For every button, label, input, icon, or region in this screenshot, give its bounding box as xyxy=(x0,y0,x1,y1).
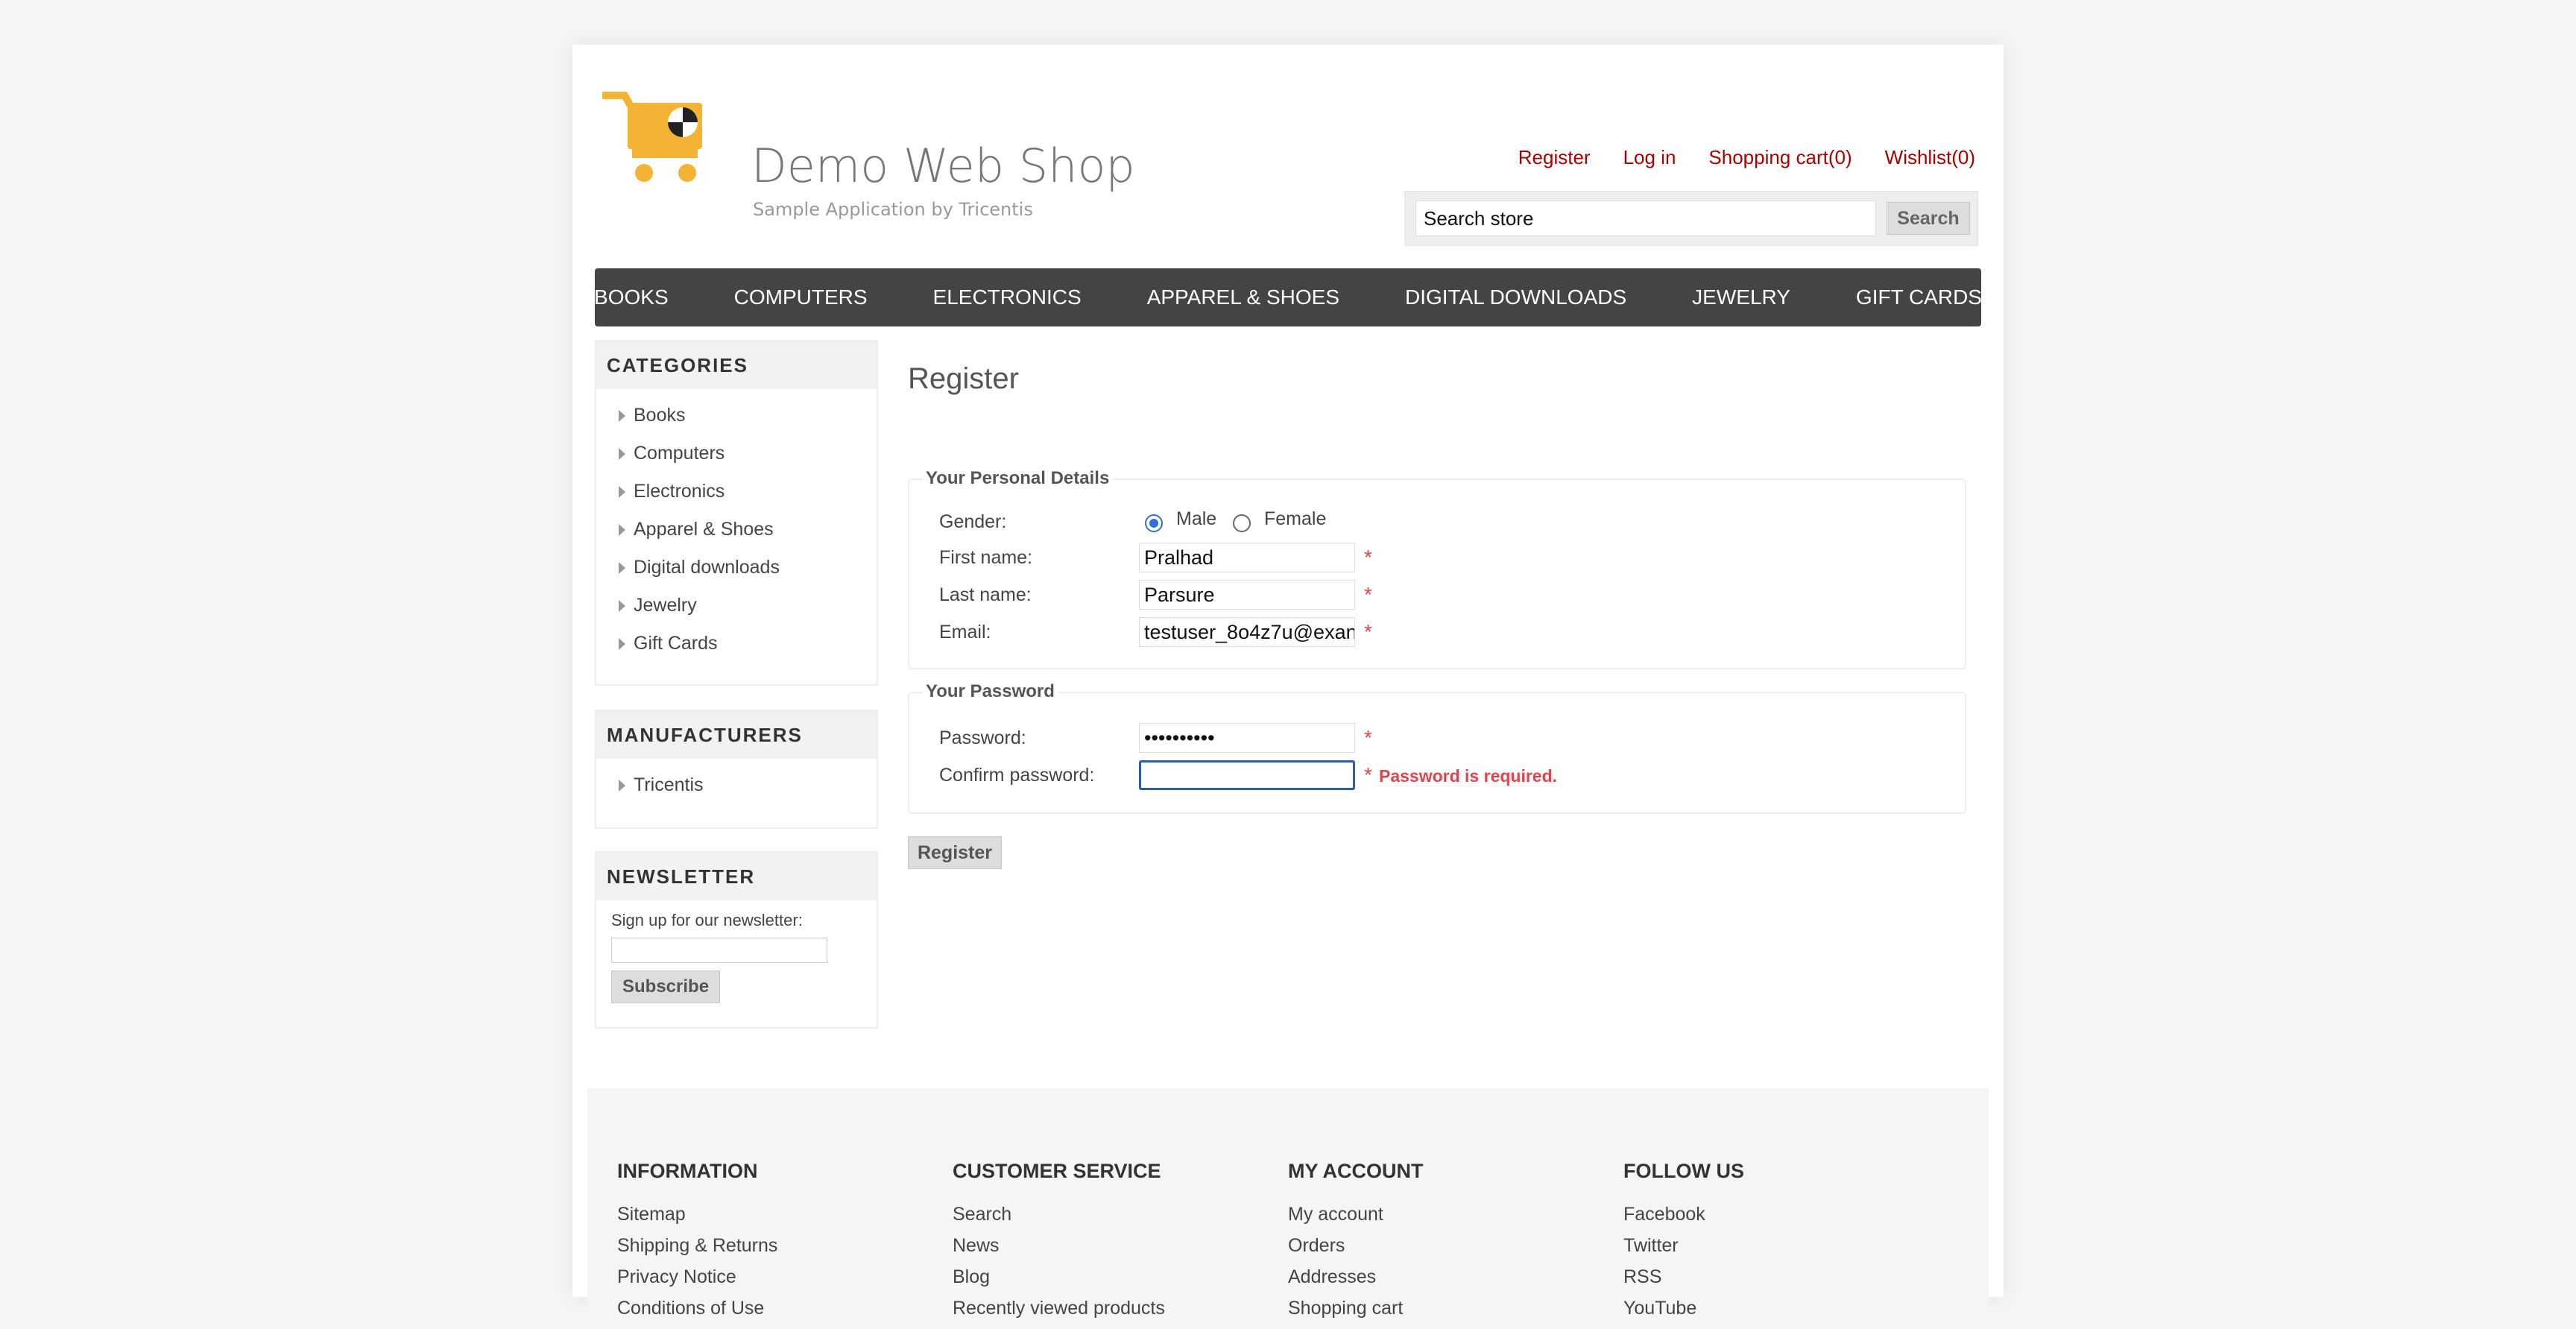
wishlist-link[interactable]: Wishlist(0) xyxy=(1885,146,1975,169)
password-required-error: Password is required. xyxy=(1379,766,1558,786)
category-item-digital-downloads[interactable]: Digital downloads xyxy=(596,555,877,593)
footer-column-customer-service: CUSTOMER SERVICE Search News Blog Recent… xyxy=(953,1160,1165,1329)
password-fieldset: Your Password Password: •••••••••• * Con… xyxy=(908,681,1966,814)
top-menu: BOOKS COMPUTERS ELECTRONICS APPAREL & SH… xyxy=(594,268,1982,326)
footer-link[interactable]: My account xyxy=(1288,1204,1424,1235)
footer-column-information: INFORMATION Sitemap Shipping & Returns P… xyxy=(617,1160,777,1329)
manufacturers-list: Tricentis xyxy=(596,759,877,818)
first-name-row: First name: Pralhad * xyxy=(939,543,1461,572)
footer-link[interactable]: Shopping cart xyxy=(1288,1298,1424,1329)
password-input[interactable]: •••••••••• xyxy=(1139,723,1355,753)
shopping-cart-logo-icon xyxy=(602,92,702,182)
required-marker: * xyxy=(1364,546,1372,569)
footer-column-follow-us: FOLLOW US Facebook Twitter RSS YouTube xyxy=(1623,1160,1744,1329)
footer-link[interactable]: Blog xyxy=(953,1266,1165,1298)
gender-row: Gender: Male Female xyxy=(939,507,1461,537)
last-name-row: Last name: Parsure * xyxy=(939,580,1461,610)
page-container: Demo Web Shop Sample Application by Tric… xyxy=(572,45,2004,1327)
password-label: Password: xyxy=(939,727,1026,748)
logo-subtitle: Sample Application by Tricentis xyxy=(753,199,1033,220)
categories-title: CATEGORIES xyxy=(596,341,877,389)
subscribe-button[interactable]: Subscribe xyxy=(611,970,721,1003)
footer-link[interactable]: Shipping & Returns xyxy=(617,1235,777,1266)
required-marker: * xyxy=(1364,620,1372,643)
category-item-gift-cards[interactable]: Gift Cards xyxy=(596,631,877,669)
footer-heading: CUSTOMER SERVICE xyxy=(953,1160,1161,1182)
manufacturer-item-tricentis[interactable]: Tricentis xyxy=(596,772,877,810)
email-label: Email: xyxy=(939,622,991,643)
gender-male-label[interactable]: Male xyxy=(1176,508,1216,530)
categories-block: CATEGORIES Books Computers Electronics A… xyxy=(595,340,878,686)
gender-male-radio[interactable] xyxy=(1145,514,1163,532)
site-logo[interactable]: Demo Web Shop Sample Application by Tric… xyxy=(602,89,1135,239)
last-name-input[interactable]: Parsure xyxy=(1139,580,1355,610)
menu-item-computers[interactable]: COMPUTERS xyxy=(701,285,900,309)
newsletter-block: NEWSLETTER Sign up for our newsletter: S… xyxy=(595,851,878,1029)
category-item-jewelry[interactable]: Jewelry xyxy=(596,593,877,631)
menu-item-jewelry[interactable]: JEWELRY xyxy=(1659,285,1823,309)
footer-link[interactable]: Search xyxy=(953,1204,1165,1235)
footer-link[interactable]: Conditions of Use xyxy=(617,1298,777,1329)
password-legend: Your Password xyxy=(923,681,1058,702)
email-input[interactable]: testuser_8o4z7u@exan xyxy=(1139,617,1355,647)
register-button[interactable]: Register xyxy=(908,836,1002,869)
page-title: Register xyxy=(908,362,1019,395)
footer: INFORMATION Sitemap Shipping & Returns P… xyxy=(587,1088,1989,1327)
manufacturers-block: MANUFACTURERS Tricentis xyxy=(595,710,878,829)
footer-link[interactable]: YouTube xyxy=(1623,1298,1744,1329)
logo-title: Demo Web Shop xyxy=(751,139,1135,193)
footer-column-my-account: MY ACCOUNT My account Orders Addresses S… xyxy=(1288,1160,1424,1329)
personal-details-fieldset: Your Personal Details Gender: Male Femal… xyxy=(908,468,1966,669)
gender-female-radio[interactable] xyxy=(1233,514,1251,532)
first-name-label: First name: xyxy=(939,547,1033,568)
menu-item-apparel-shoes[interactable]: APPAREL & SHOES xyxy=(1114,285,1372,309)
password-row: Password: •••••••••• * xyxy=(939,723,1685,753)
login-link[interactable]: Log in xyxy=(1623,146,1676,169)
first-name-input[interactable]: Pralhad xyxy=(1139,543,1355,572)
register-link[interactable]: Register xyxy=(1518,146,1591,169)
footer-link[interactable]: Sitemap xyxy=(617,1204,777,1235)
footer-link[interactable]: RSS xyxy=(1623,1266,1744,1298)
search-input[interactable]: Search store xyxy=(1415,201,1876,236)
footer-link[interactable]: Twitter xyxy=(1623,1235,1744,1266)
footer-link[interactable]: Facebook xyxy=(1623,1204,1744,1235)
search-box: Search store Search xyxy=(1404,191,1978,246)
required-marker: * xyxy=(1364,583,1372,606)
search-button[interactable]: Search xyxy=(1887,202,1970,235)
footer-link[interactable]: News xyxy=(953,1235,1165,1266)
menu-item-books[interactable]: BOOKS xyxy=(561,285,701,309)
newsletter-email-input[interactable] xyxy=(611,938,827,963)
gender-female-label[interactable]: Female xyxy=(1264,508,1326,530)
category-item-computers[interactable]: Computers xyxy=(596,441,877,479)
confirm-password-row: Confirm password: * Password is required… xyxy=(939,760,1685,790)
category-item-apparel-shoes[interactable]: Apparel & Shoes xyxy=(596,517,877,555)
footer-link[interactable]: Addresses xyxy=(1288,1266,1424,1298)
newsletter-title: NEWSLETTER xyxy=(596,853,877,900)
gender-label: Gender: xyxy=(939,511,1007,532)
footer-heading: FOLLOW US xyxy=(1623,1160,1744,1182)
category-item-books[interactable]: Books xyxy=(596,403,877,441)
personal-details-legend: Your Personal Details xyxy=(923,468,1113,489)
category-item-electronics[interactable]: Electronics xyxy=(596,479,877,517)
footer-link[interactable]: Recently viewed products xyxy=(953,1298,1165,1329)
footer-link[interactable]: Orders xyxy=(1288,1235,1424,1266)
menu-item-digital-downloads[interactable]: DIGITAL DOWNLOADS xyxy=(1372,285,1659,309)
email-row: Email: testuser_8o4z7u@exan * xyxy=(939,617,1461,647)
last-name-label: Last name: xyxy=(939,584,1032,605)
menu-item-electronics[interactable]: ELECTRONICS xyxy=(900,285,1114,309)
required-marker: * xyxy=(1364,763,1372,786)
required-marker: * xyxy=(1364,726,1372,749)
shopping-cart-link[interactable]: Shopping cart(0) xyxy=(1708,146,1852,169)
footer-heading: MY ACCOUNT xyxy=(1288,1160,1424,1182)
footer-heading: INFORMATION xyxy=(617,1160,758,1182)
newsletter-label: Sign up for our newsletter: xyxy=(611,911,803,929)
manufacturers-title: MANUFACTURERS xyxy=(596,711,877,759)
confirm-password-label: Confirm password: xyxy=(939,765,1095,786)
confirm-password-input[interactable] xyxy=(1139,760,1355,790)
footer-link[interactable]: Privacy Notice xyxy=(617,1266,777,1298)
categories-list: Books Computers Electronics Apparel & Sh… xyxy=(596,389,877,676)
header-links: Register Log in Shopping cart(0) Wishlis… xyxy=(1518,146,1975,169)
menu-item-gift-cards[interactable]: GIFT CARDS xyxy=(1823,285,2015,309)
